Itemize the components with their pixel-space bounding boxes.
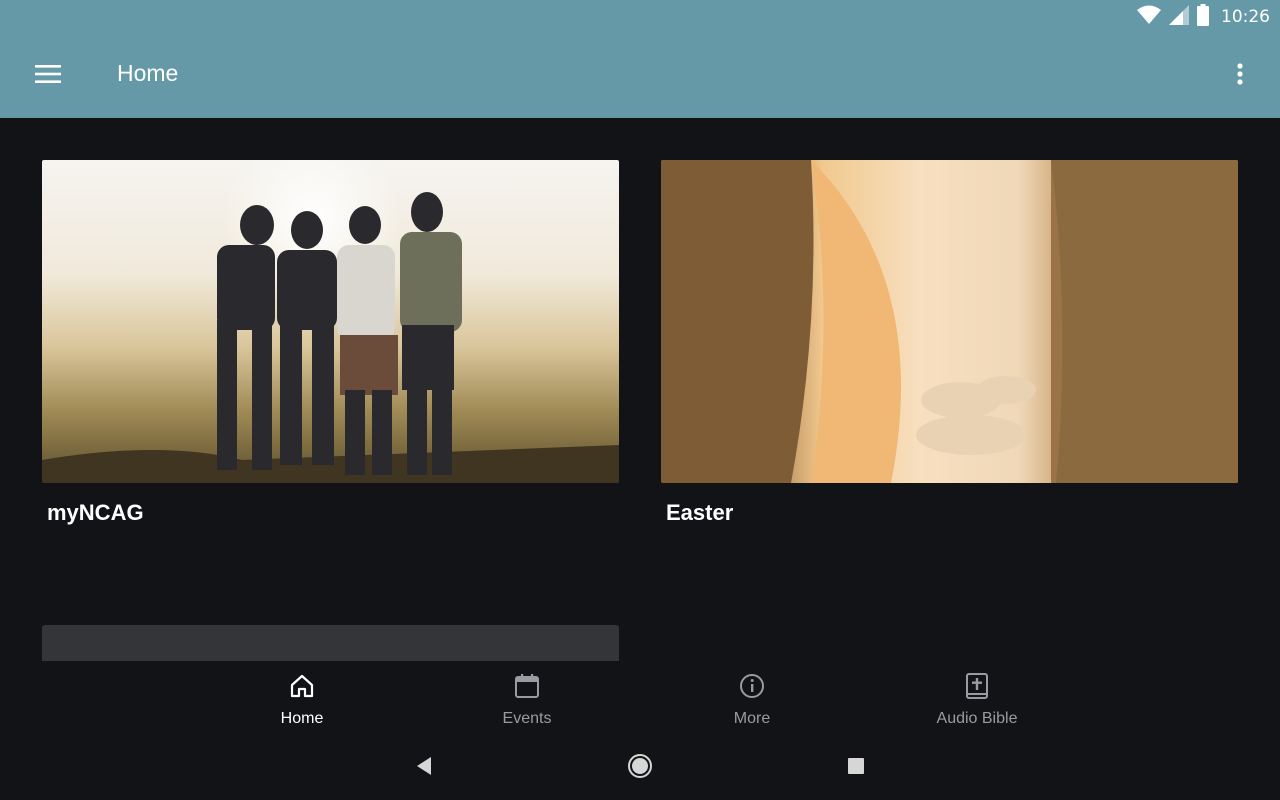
nav-label: Audio Bible [936, 710, 1018, 727]
content-area: myNCAG Easter [0, 118, 1280, 661]
info-icon [739, 673, 765, 704]
recents-icon [847, 757, 865, 780]
back-icon [415, 756, 433, 781]
battery-icon [1197, 3, 1209, 31]
card-title: Easter [666, 500, 734, 525]
home-circle-icon [627, 753, 653, 784]
nav-label: Events [502, 710, 552, 727]
bottom-navigation: Home Events More Audio Bible [0, 661, 1280, 736]
overflow-menu-icon [1237, 62, 1243, 90]
nav-item-more[interactable]: More [672, 661, 832, 736]
loading-card-placeholder [42, 625, 619, 661]
system-home-button[interactable] [620, 752, 660, 784]
calendar-icon [514, 673, 540, 704]
page-title: Home [117, 60, 179, 86]
status-time: 10:26 [1221, 7, 1270, 27]
nav-label: Home [280, 710, 324, 727]
nav-item-events[interactable]: Events [447, 661, 607, 736]
signal-icon [1169, 4, 1189, 30]
hamburger-menu-icon [35, 64, 61, 88]
status-bar: 10:26 [0, 0, 1280, 34]
overflow-menu-button[interactable] [1222, 54, 1258, 98]
nav-item-audio-bible[interactable]: Audio Bible [897, 661, 1057, 736]
system-recents-button[interactable] [836, 752, 876, 784]
screen: 10:26 Home myNCAG Easter Home Events Mor… [0, 0, 1280, 800]
app-bar: Home [0, 34, 1280, 118]
card-title: myNCAG [47, 500, 144, 525]
nav-label: More [733, 710, 771, 727]
system-back-button[interactable] [404, 752, 444, 784]
home-icon [289, 673, 315, 704]
system-navigation-bar [0, 736, 1280, 800]
nav-item-home[interactable]: Home [222, 661, 382, 736]
wifi-icon [1137, 5, 1161, 30]
card-image-tomb-photo [661, 160, 1238, 483]
hamburger-menu-button[interactable] [22, 54, 74, 98]
status-icons: 10:26 [1137, 3, 1270, 31]
card-image-friends-photo [42, 160, 619, 483]
card-myncag[interactable]: myNCAG [42, 160, 619, 526]
bible-icon [964, 673, 990, 704]
card-easter[interactable]: Easter [661, 160, 1238, 526]
